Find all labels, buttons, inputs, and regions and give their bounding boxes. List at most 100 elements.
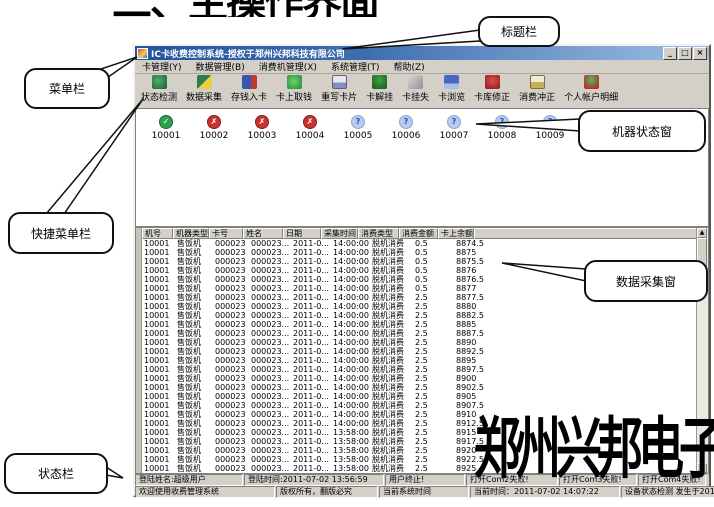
- menu-item[interactable]: 帮助(Z): [386, 60, 431, 73]
- table-cell: 000023: [213, 329, 249, 338]
- column-header[interactable]: 采集时间: [321, 228, 358, 239]
- toolbar-button[interactable]: 数据采集: [186, 75, 222, 103]
- machine-status-item[interactable]: ✓10001: [142, 115, 190, 141]
- toolbar-button-label: 卡库修正: [474, 90, 510, 103]
- machine-status-item[interactable]: ✗10004: [286, 115, 334, 141]
- table-cell: 8887.5: [454, 329, 492, 338]
- machine-online-icon: ✓: [159, 115, 173, 129]
- table-cell: 2011-0...: [291, 365, 331, 374]
- table-row[interactable]: 10001售饭机000023000023...2011-0...14:00:00…: [142, 383, 697, 392]
- column-header[interactable]: 卡上余额: [438, 228, 474, 239]
- machine-status-item[interactable]: ✗10003: [238, 115, 286, 141]
- table-cell: 000023...: [249, 248, 291, 257]
- table-row[interactable]: 10001售饭机000023000023...2011-0...14:00:00…: [142, 365, 697, 374]
- column-header[interactable]: 卡号: [209, 228, 243, 239]
- table-cell: 14:00:00: [331, 302, 370, 311]
- table-cell: 售饭机: [175, 329, 213, 338]
- data-collect-icon: [197, 75, 212, 89]
- scroll-up-arrow-icon[interactable]: ▲: [697, 228, 707, 238]
- machine-id: 10005: [344, 131, 373, 141]
- table-row[interactable]: 10001售饭机000023000023...2011-0...14:00:00…: [142, 302, 697, 311]
- toolbar-button[interactable]: 消费冲正: [519, 75, 555, 103]
- table-cell: 000023...: [249, 329, 291, 338]
- minimize-button[interactable]: _: [663, 47, 677, 60]
- close-button[interactable]: ×: [693, 47, 707, 60]
- machine-status-item[interactable]: ?10009: [526, 115, 574, 141]
- table-cell: 000023: [213, 410, 249, 419]
- table-cell: 8874.5: [454, 239, 492, 248]
- table-cell: 0.5: [413, 257, 454, 266]
- toolbar-button[interactable]: 卡库修正: [474, 75, 510, 103]
- menu-item[interactable]: 卡管理(Y): [135, 60, 189, 73]
- table-cell: 脱机消费: [370, 311, 413, 320]
- table-cell: 脱机消费: [370, 266, 413, 275]
- column-header[interactable]: 消费金额: [399, 228, 438, 239]
- table-cell: 10001: [142, 365, 175, 374]
- table-cell: 8885: [454, 320, 492, 329]
- column-header[interactable]: 日期: [283, 228, 321, 239]
- table-cell: 售饭机: [175, 257, 213, 266]
- table-row[interactable]: 10001售饭机000023000023...2011-0...14:00:00…: [142, 374, 697, 383]
- table-cell: 10001: [142, 392, 175, 401]
- table-cell: 000023...: [249, 311, 291, 320]
- table-cell: 售饭机: [175, 311, 213, 320]
- column-header-filler: [474, 228, 702, 239]
- table-cell: 10001: [142, 383, 175, 392]
- table-cell: 000023...: [249, 401, 291, 410]
- toolbar-button[interactable]: 状态检测: [141, 75, 177, 103]
- toolbar-button[interactable]: 卡上取钱: [276, 75, 312, 103]
- machine-id: 10002: [200, 131, 229, 141]
- table-row[interactable]: 10001售饭机000023000023...2011-0...14:00:00…: [142, 320, 697, 329]
- status-cell: 版权所有，翻版必究: [276, 486, 378, 498]
- table-cell: 2011-0...: [291, 437, 331, 446]
- table-cell: 000023...: [249, 455, 291, 464]
- table-row[interactable]: 10001售饭机000023000023...2011-0...14:00:00…: [142, 338, 697, 347]
- table-cell: 售饭机: [175, 239, 213, 248]
- menu-item[interactable]: 系统管理(T): [324, 60, 387, 73]
- toolbar-button[interactable]: 重写卡片: [321, 75, 357, 103]
- table-cell: 000023: [213, 257, 249, 266]
- table-cell: 8895: [454, 356, 492, 365]
- table-cell: 000023...: [249, 419, 291, 428]
- toolbar-button[interactable]: 存钱入卡: [231, 75, 267, 103]
- column-header[interactable]: 机器类型: [173, 228, 209, 239]
- column-header[interactable]: 消费类型: [358, 228, 399, 239]
- table-cell: 000023: [213, 455, 249, 464]
- menu-item[interactable]: 消费机管理(X): [252, 60, 324, 73]
- table-cell: 8890: [454, 338, 492, 347]
- table-row[interactable]: 10001售饭机000023000023...2011-0...14:00:00…: [142, 239, 697, 248]
- menu-item[interactable]: 数据管理(B): [189, 60, 252, 73]
- table-cell: 2.5: [413, 455, 454, 464]
- maximize-button[interactable]: □: [678, 47, 692, 60]
- table-cell: 000023: [213, 275, 249, 284]
- table-cell: 000023...: [249, 239, 291, 248]
- table-row[interactable]: 10001售饭机000023000023...2011-0...14:00:00…: [142, 311, 697, 320]
- vendor-watermark: 郑州兴邦电子: [474, 396, 714, 492]
- title-bar[interactable]: IC卡收费控制系统-授权于郑州兴邦科技有限公司 _ □ ×: [135, 46, 709, 60]
- machine-status-item[interactable]: ✗10002: [190, 115, 238, 141]
- table-cell: 8875.5: [454, 257, 492, 266]
- table-cell: 10001: [142, 455, 175, 464]
- machine-status-item[interactable]: ?10007: [430, 115, 478, 141]
- table-cell: 8877: [454, 284, 492, 293]
- toolbar-button-label: 卡挂失: [402, 90, 429, 103]
- toolbar-button[interactable]: 卡浏览: [438, 75, 465, 103]
- column-header[interactable]: 姓名: [243, 228, 283, 239]
- table-cell: 2.5: [413, 365, 454, 374]
- toolbar-button[interactable]: 个人帐户明细: [564, 75, 618, 103]
- table-cell: 脱机消费: [370, 257, 413, 266]
- table-cell: 000023: [213, 446, 249, 455]
- toolbar-button[interactable]: 卡解挂: [366, 75, 393, 103]
- table-row[interactable]: 10001售饭机000023000023...2011-0...14:00:00…: [142, 356, 697, 365]
- machine-status-item[interactable]: ?10008: [478, 115, 526, 141]
- table-cell: 10001: [142, 239, 175, 248]
- table-row[interactable]: 10001售饭机000023000023...2011-0...14:00:00…: [142, 248, 697, 257]
- machine-status-item[interactable]: ?10006: [382, 115, 430, 141]
- machine-status-item[interactable]: ?10005: [334, 115, 382, 141]
- table-cell: 10001: [142, 266, 175, 275]
- table-row[interactable]: 10001售饭机000023000023...2011-0...14:00:00…: [142, 347, 697, 356]
- table-row[interactable]: 10001售饭机000023000023...2011-0...14:00:00…: [142, 329, 697, 338]
- withdraw-from-card-icon: [287, 75, 302, 89]
- column-header[interactable]: 机号: [142, 228, 173, 239]
- toolbar-button[interactable]: 卡挂失: [402, 75, 429, 103]
